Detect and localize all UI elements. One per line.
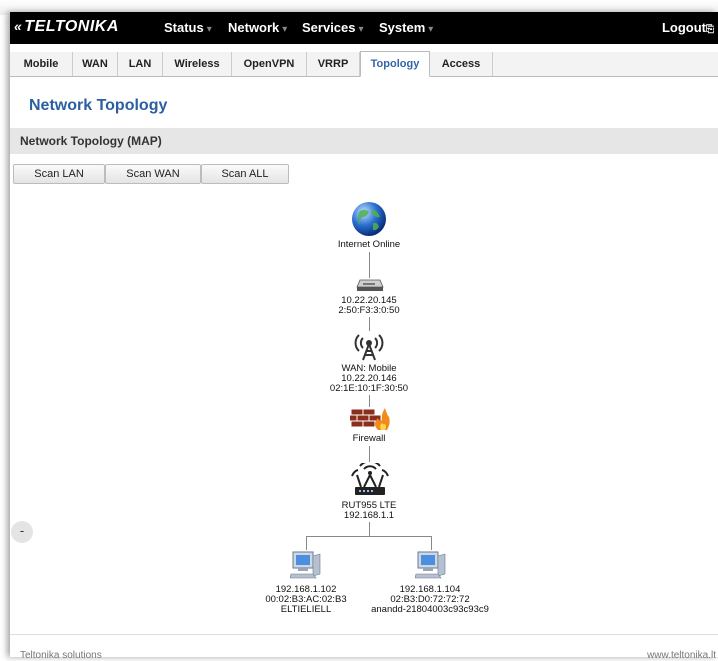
- scan-lan-button[interactable]: Scan LAN: [13, 164, 105, 184]
- page-title: Network Topology: [29, 97, 168, 114]
- router-icon[interactable]: [350, 463, 390, 497]
- client-name: anandd-21804003c93c93c9: [371, 604, 489, 615]
- menu-network[interactable]: Network ▾: [228, 20, 287, 35]
- tab-lan[interactable]: LAN: [118, 52, 163, 76]
- link-line: [369, 446, 370, 462]
- router-ip: 192.168.1.1: [343, 510, 395, 521]
- logout-icon: ⎘: [706, 24, 714, 35]
- internet-globe-icon[interactable]: [351, 201, 387, 237]
- tab-topology[interactable]: Topology: [360, 51, 430, 77]
- footer-divider: [10, 634, 718, 635]
- menu-services[interactable]: Services ▾: [302, 20, 364, 35]
- logout-label: Logout: [661, 20, 706, 35]
- link-line: [431, 536, 432, 550]
- scan-all-button[interactable]: Scan ALL: [201, 164, 289, 184]
- dropdown-arrow-icon: ▾: [358, 24, 364, 35]
- firewall-label: Firewall: [352, 433, 386, 444]
- dropdown-arrow-icon: ▾: [206, 24, 212, 35]
- tab-openvpn[interactable]: OpenVPN: [232, 52, 307, 76]
- client-computer-icon[interactable]: [415, 550, 447, 580]
- firewall-icon[interactable]: [350, 406, 390, 432]
- menu-system[interactable]: System ▾: [379, 20, 433, 35]
- link-line: [369, 522, 370, 536]
- teltonika-logo[interactable]: «TELTONIKA: [14, 18, 119, 36]
- link-line: [369, 317, 370, 331]
- menu-status[interactable]: Status ▾: [164, 20, 212, 35]
- tab-mobile[interactable]: Mobile: [10, 52, 73, 76]
- footer-company: Teltonika solutions: [20, 650, 102, 661]
- app-frame: «TELTONIKA Status ▾ Network ▾ Services ▾ Sy…: [10, 12, 718, 661]
- tab-vrrp[interactable]: VRRP: [307, 52, 360, 76]
- tab-access[interactable]: Access: [430, 52, 493, 76]
- footer-website-link[interactable]: www.teltonika.lt: [647, 650, 716, 661]
- menu-network-label: Network: [228, 20, 280, 35]
- section-header: Network Topology (MAP): [10, 128, 718, 154]
- top-navigation-bar: «TELTONIKA Status ▾ Network ▾ Services ▾ Sy…: [10, 12, 718, 44]
- dropdown-arrow-icon: ▾: [428, 24, 434, 35]
- link-line: [306, 536, 307, 550]
- wan-mac: 02:1E:10:1F:30:50: [329, 383, 409, 394]
- internet-status-label: Internet Online: [337, 239, 401, 250]
- mobile-tower-icon[interactable]: [354, 331, 384, 361]
- gateway-device-icon[interactable]: [356, 278, 384, 292]
- branch-line: [306, 536, 432, 537]
- dropdown-arrow-icon: ▾: [282, 24, 288, 35]
- section-title: Network Topology (MAP): [20, 134, 162, 148]
- menu-status-label: Status: [164, 20, 204, 35]
- logo-chevrons-icon: «: [14, 18, 23, 34]
- menu-services-label: Services: [302, 20, 356, 35]
- client-name: ELTIELIELL: [280, 604, 332, 615]
- network-tabs: Mobile WAN LAN Wireless OpenVPN VRRP Top…: [10, 51, 718, 77]
- logout-link[interactable]: Logout⎘: [662, 20, 714, 35]
- logo-text: TELTONIKA: [24, 18, 119, 35]
- scan-wan-button[interactable]: Scan WAN: [105, 164, 201, 184]
- collapse-toggle[interactable]: -: [11, 521, 33, 543]
- tab-wireless[interactable]: Wireless: [163, 52, 232, 76]
- tab-wan[interactable]: WAN: [73, 52, 118, 76]
- link-line: [369, 252, 370, 278]
- gateway-mac: 2:50:F3:3:0:50: [338, 305, 400, 316]
- client-computer-icon[interactable]: [290, 550, 322, 580]
- menu-system-label: System: [379, 20, 426, 35]
